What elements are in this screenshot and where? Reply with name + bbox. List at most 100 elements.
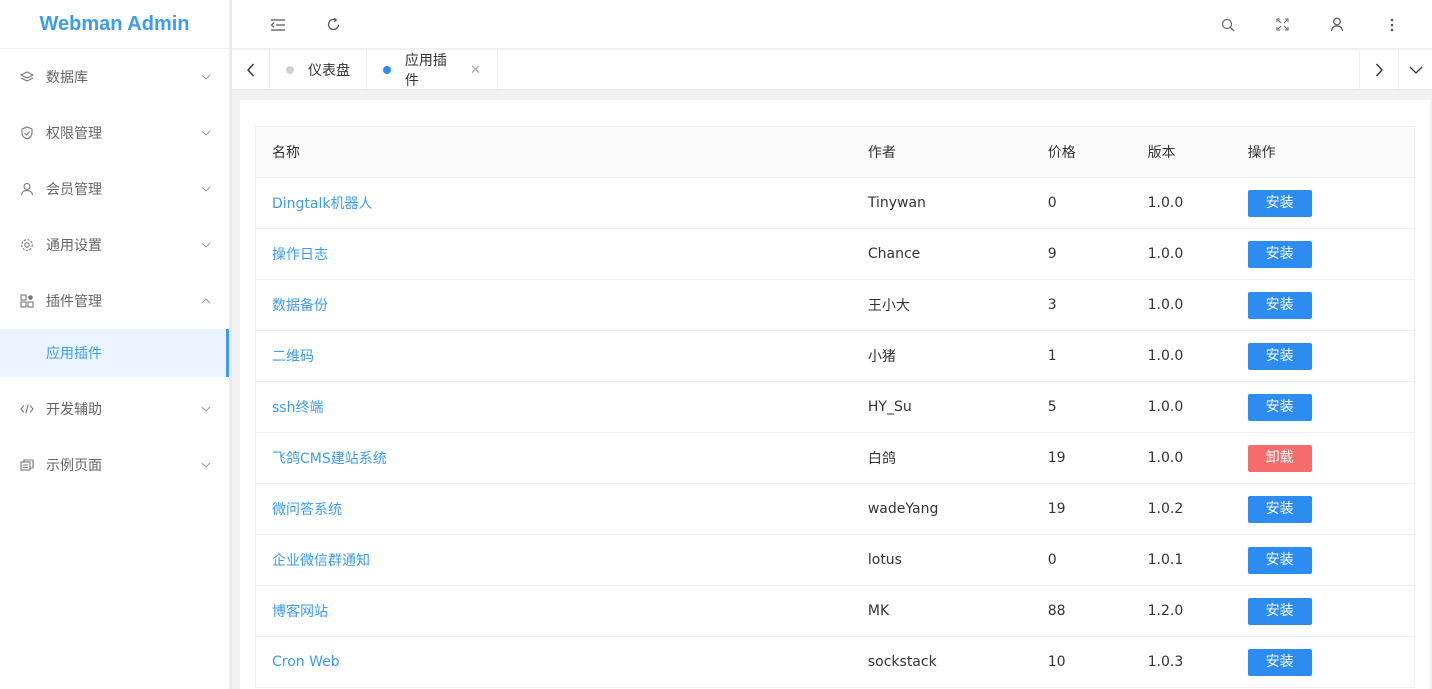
user-icon[interactable] xyxy=(1317,0,1357,49)
action-cell: 安装 xyxy=(1231,279,1415,331)
action-cell: 安装 xyxy=(1231,483,1415,535)
plugin-author: Chance xyxy=(851,228,1032,280)
install-button[interactable]: 安装 xyxy=(1247,291,1312,319)
column-header-version: 版本 xyxy=(1131,126,1232,178)
chevron-right-icon xyxy=(1375,63,1383,77)
table-row: 微问答系统 wadeYang 19 1.0.2 安装 xyxy=(254,483,1415,535)
action-cell: 安装 xyxy=(1231,330,1415,382)
chevron-up-icon xyxy=(201,298,211,304)
plugin-version: 1.0.0 xyxy=(1131,381,1232,433)
plugin-author: wadeYang xyxy=(851,483,1032,535)
app-logo: Webman Admin xyxy=(0,0,229,49)
sidebar-item-dev-tools[interactable]: 开发辅助 xyxy=(0,381,229,437)
column-header-price: 价格 xyxy=(1031,126,1132,178)
plugin-author: 白鸽 xyxy=(851,432,1032,484)
plugin-author: sockstack xyxy=(851,636,1032,688)
plugin-name-link[interactable]: 操作日志 xyxy=(254,228,852,280)
search-icon[interactable] xyxy=(1208,0,1248,49)
sidebar-menu: 数据库 权限管理 会员管理 通用设置 插件管理 应用插件 开发辅助 示例页面 xyxy=(0,49,229,493)
table-header-row: 名称 作者 价格 版本 操作 xyxy=(254,126,1415,178)
sidebar-item-plugins[interactable]: 插件管理 xyxy=(0,273,229,329)
plugin-version: 1.0.1 xyxy=(1131,534,1232,586)
column-header-name: 名称 xyxy=(254,126,852,178)
plugin-name-link[interactable]: Dingtalk机器人 xyxy=(254,177,852,229)
chevron-down-icon xyxy=(201,242,211,248)
plugin-price: 5 xyxy=(1031,381,1132,433)
sidebar-item-examples[interactable]: 示例页面 xyxy=(0,437,229,493)
plugin-author: 小猪 xyxy=(851,330,1032,382)
tab-scroll-left-button[interactable] xyxy=(232,50,270,90)
plugin-version: 1.0.3 xyxy=(1131,636,1232,688)
table-row: 操作日志 Chance 9 1.0.0 安装 xyxy=(254,228,1415,280)
table-row: Dingtalk机器人 Tinywan 0 1.0.0 安装 xyxy=(254,177,1415,229)
plugin-name-link[interactable]: 数据备份 xyxy=(254,279,852,331)
plugin-price: 0 xyxy=(1031,177,1132,229)
plugin-price: 10 xyxy=(1031,636,1132,688)
chevron-down-icon xyxy=(201,186,211,192)
action-cell: 卸载 xyxy=(1231,432,1415,484)
chevron-down-icon xyxy=(201,130,211,136)
tab-menu-button[interactable] xyxy=(1398,50,1432,90)
menu-fold-icon[interactable] xyxy=(258,0,298,49)
tab-label: 仪表盘 xyxy=(308,63,350,79)
sidebar: Webman Admin 数据库 权限管理 会员管理 通用设置 插件管理 应用插… xyxy=(0,0,230,689)
plugin-name-link[interactable]: 企业微信群通知 xyxy=(254,534,852,586)
plugin-name-link[interactable]: ssh终端 xyxy=(254,381,852,433)
sidebar-item-database[interactable]: 数据库 xyxy=(0,49,229,105)
action-cell: 安装 xyxy=(1231,381,1415,433)
plugin-version: 1.0.0 xyxy=(1131,279,1232,331)
uninstall-button[interactable]: 卸载 xyxy=(1247,444,1312,472)
plugin-price: 9 xyxy=(1031,228,1132,280)
sidebar-item-permissions[interactable]: 权限管理 xyxy=(0,105,229,161)
refresh-icon[interactable] xyxy=(313,0,353,49)
chevron-down-icon xyxy=(201,74,211,80)
chevron-down-icon xyxy=(201,406,211,412)
plugin-name-link[interactable]: 博客网站 xyxy=(254,585,852,637)
table-row: 二维码 小猪 1 1.0.0 安装 xyxy=(254,330,1415,382)
tab-scroll-right-button[interactable] xyxy=(1359,50,1397,90)
plugin-price: 19 xyxy=(1031,432,1132,484)
more-vertical-icon[interactable] xyxy=(1372,0,1412,49)
tab-dashboard[interactable]: 仪表盘 xyxy=(270,50,367,90)
install-button[interactable]: 安装 xyxy=(1247,495,1312,523)
install-button[interactable]: 安装 xyxy=(1247,342,1312,370)
plugin-name-link[interactable]: Cron Web xyxy=(254,636,852,688)
plugin-price: 1 xyxy=(1031,330,1132,382)
plugin-price: 3 xyxy=(1031,279,1132,331)
install-button[interactable]: 安装 xyxy=(1247,648,1312,676)
plugin-table: 名称 作者 价格 版本 操作 Dingtalk机器人 Tinywan 0 1.0.0 安… xyxy=(254,126,1415,688)
code-icon xyxy=(20,402,34,416)
table-row: 企业微信群通知 lotus 0 1.0.1 安装 xyxy=(254,534,1415,586)
table-row: Cron Web sockstack 10 1.0.3 安装 xyxy=(254,636,1415,688)
install-button[interactable]: 安装 xyxy=(1247,393,1312,421)
install-button[interactable]: 安装 xyxy=(1247,189,1312,217)
sidebar-item-members[interactable]: 会员管理 xyxy=(0,161,229,217)
tab-bar: 仪表盘 应用插件 ✕ xyxy=(232,50,1432,90)
plugin-price: 0 xyxy=(1031,534,1132,586)
fullscreen-icon[interactable] xyxy=(1262,0,1302,49)
plugin-version: 1.0.0 xyxy=(1131,177,1232,229)
plugin-author: MK xyxy=(851,585,1032,637)
plugin-name-link[interactable]: 飞鸽CMS建站系统 xyxy=(254,432,852,484)
plugin-author: 王小大 xyxy=(851,279,1032,331)
apps-icon xyxy=(20,294,34,308)
plugin-price: 19 xyxy=(1031,483,1132,535)
tab-status-dot xyxy=(286,66,294,74)
tab-app-plugins[interactable]: 应用插件 ✕ xyxy=(367,50,498,90)
plugin-version: 1.0.0 xyxy=(1131,330,1232,382)
plugin-name-link[interactable]: 微问答系统 xyxy=(254,483,852,535)
sidebar-item-settings[interactable]: 通用设置 xyxy=(0,217,229,273)
plugin-author: Tinywan xyxy=(851,177,1032,229)
action-cell: 安装 xyxy=(1231,636,1415,688)
plugin-name-link[interactable]: 二维码 xyxy=(254,330,852,382)
sidebar-subitem-app-plugins[interactable]: 应用插件 xyxy=(0,329,229,377)
layers-icon xyxy=(20,70,34,84)
install-button[interactable]: 安装 xyxy=(1247,240,1312,268)
close-icon[interactable]: ✕ xyxy=(470,63,481,78)
plugin-version: 1.0.2 xyxy=(1131,483,1232,535)
action-cell: 安装 xyxy=(1231,585,1415,637)
action-cell: 安装 xyxy=(1231,534,1415,586)
sidebar-divider xyxy=(230,0,232,689)
install-button[interactable]: 安装 xyxy=(1247,597,1312,625)
install-button[interactable]: 安装 xyxy=(1247,546,1312,574)
